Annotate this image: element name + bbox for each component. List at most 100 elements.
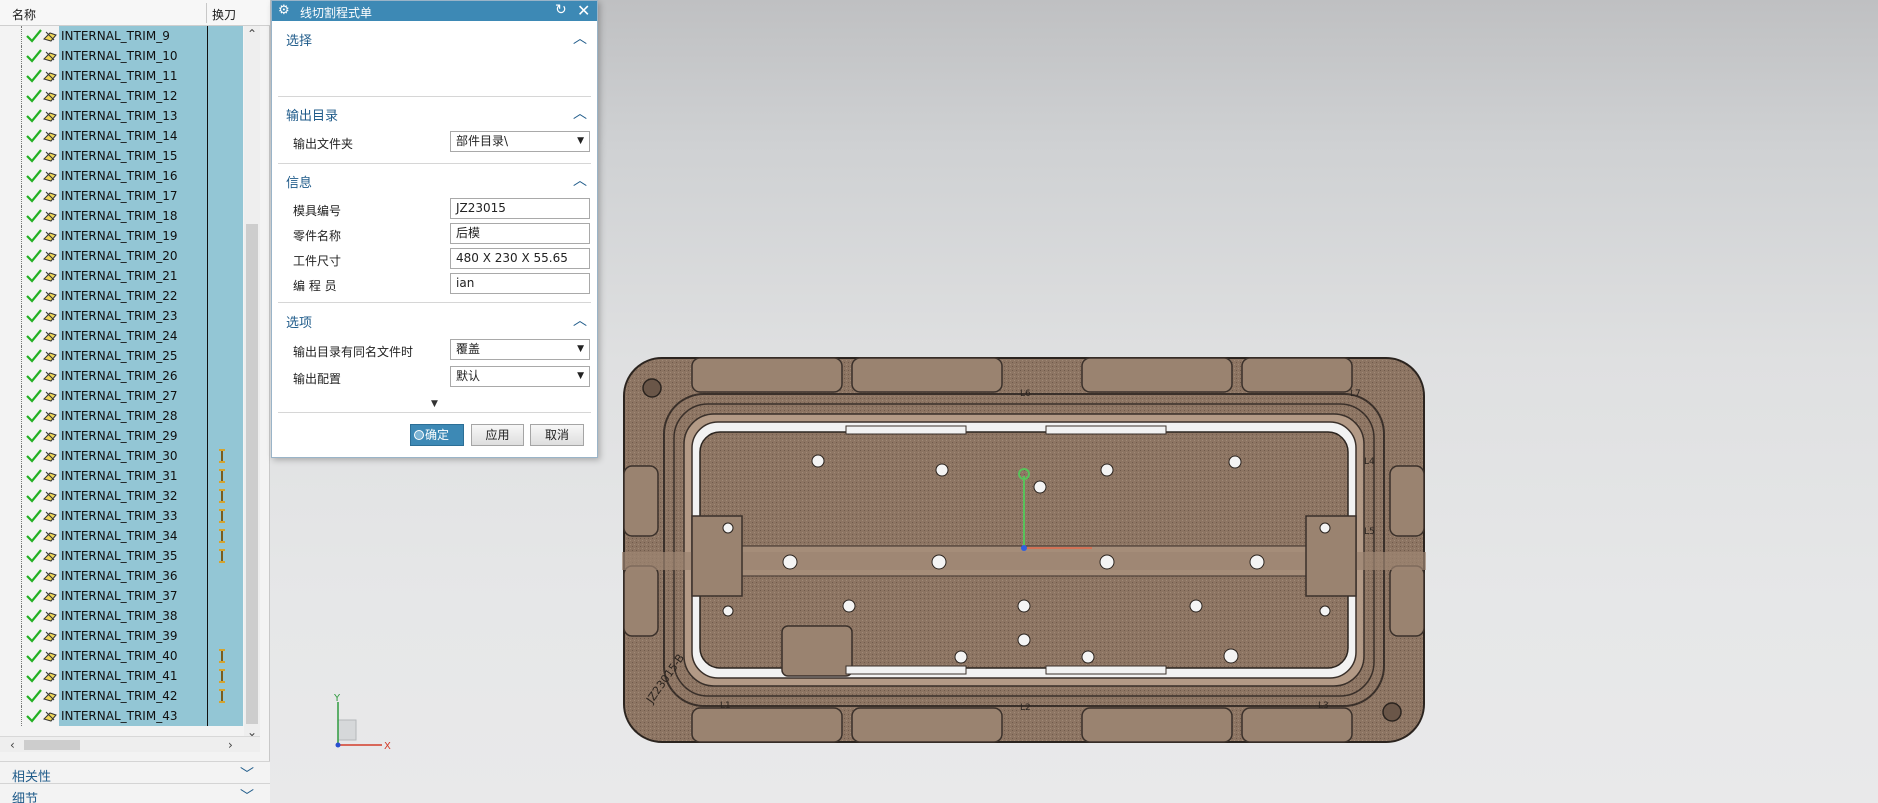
close-icon[interactable]: ✕ <box>577 1 590 20</box>
tree-row[interactable]: INTERNAL_TRIM_28 <box>0 406 244 426</box>
column-header-tool-change[interactable]: 换刀 <box>212 6 236 23</box>
tree-row[interactable]: INTERNAL_TRIM_15 <box>0 146 244 166</box>
cancel-button[interactable]: 取消 <box>530 424 584 446</box>
group-info-label: 信息 <box>286 176 313 191</box>
mold-no-input[interactable]: JZ23015 <box>450 198 590 219</box>
config-select[interactable]: 默认 ▼ <box>450 366 590 387</box>
programmer-input[interactable]: ian <box>450 273 590 294</box>
status-check-icon <box>26 209 42 223</box>
mold-plate-model[interactable]: JZ23015-B L1 L2 L3 L4 L5 L6 L7 <box>622 356 1426 744</box>
tree-row[interactable]: INTERNAL_TRIM_21 <box>0 266 244 286</box>
operation-name: INTERNAL_TRIM_25 <box>59 346 207 366</box>
column-header-name[interactable]: 名称 <box>12 6 36 23</box>
scroll-up-arrow-icon[interactable]: ⌃ <box>244 26 260 42</box>
dropdown-arrow-icon[interactable]: ▼ <box>577 367 584 386</box>
chevron-up-icon[interactable]: ︿ <box>573 28 587 48</box>
group-info-header[interactable]: 信息 ︿ <box>278 169 591 191</box>
tree-row[interactable]: INTERNAL_TRIM_19 <box>0 226 244 246</box>
tree-row[interactable]: INTERNAL_TRIM_43 <box>0 706 244 726</box>
tree-row[interactable]: INTERNAL_TRIM_42 <box>0 686 244 706</box>
wire-cut-operation-icon <box>43 491 57 502</box>
tree-row[interactable]: INTERNAL_TRIM_9 <box>0 26 244 46</box>
expand-more-icon[interactable]: ▼ <box>431 399 438 409</box>
wire-cut-operation-icon <box>43 31 57 42</box>
tool-change-icon <box>219 689 225 703</box>
tree-row[interactable]: INTERNAL_TRIM_37 <box>0 586 244 606</box>
tree-row[interactable]: INTERNAL_TRIM_41 <box>0 666 244 686</box>
status-check-icon <box>26 249 42 263</box>
gear-icon[interactable]: ⚙ <box>278 3 290 18</box>
tree-row[interactable]: INTERNAL_TRIM_35 <box>0 546 244 566</box>
chevron-up-icon[interactable]: ︿ <box>573 310 587 330</box>
output-folder-select[interactable]: 部件目录\ ▼ <box>450 131 590 152</box>
column-separator[interactable] <box>206 3 207 23</box>
section-details[interactable]: 细节 ﹀ <box>0 783 270 803</box>
tree-row[interactable]: INTERNAL_TRIM_38 <box>0 606 244 626</box>
tree-row[interactable]: INTERNAL_TRIM_13 <box>0 106 244 126</box>
wire-cut-operation-icon <box>43 211 57 222</box>
dialog-title-bar[interactable]: ⚙ 线切割程式单 ↻ ✕ <box>272 1 597 21</box>
tree-row[interactable]: INTERNAL_TRIM_24 <box>0 326 244 346</box>
tree-row[interactable]: INTERNAL_TRIM_31 <box>0 466 244 486</box>
scroll-right-arrow-icon[interactable]: › <box>228 737 233 753</box>
tree-guide-line <box>21 306 22 326</box>
chevron-down-icon[interactable]: ﹀ <box>240 764 254 784</box>
tree-row[interactable]: INTERNAL_TRIM_17 <box>0 186 244 206</box>
tree-row[interactable]: INTERNAL_TRIM_29 <box>0 426 244 446</box>
vertical-scroll-thumb[interactable] <box>246 224 258 724</box>
same-name-select[interactable]: 覆盖 ▼ <box>450 339 590 360</box>
tool-change-icon <box>219 489 225 503</box>
tree-row[interactable]: INTERNAL_TRIM_25 <box>0 346 244 366</box>
reset-icon[interactable]: ↻ <box>555 2 567 18</box>
mold-no-label: 模具编号 <box>293 204 342 218</box>
tool-change-cell <box>207 166 243 186</box>
scroll-left-arrow-icon[interactable]: ‹ <box>10 737 15 753</box>
model-label-l4: L4 <box>1364 457 1375 467</box>
tree-row[interactable]: INTERNAL_TRIM_30 <box>0 446 244 466</box>
tree-row[interactable]: INTERNAL_TRIM_36 <box>0 566 244 586</box>
tree-row[interactable]: INTERNAL_TRIM_40 <box>0 646 244 666</box>
group-selection-header[interactable]: 选择 ︿ <box>278 27 591 49</box>
tree-row[interactable]: INTERNAL_TRIM_34 <box>0 526 244 546</box>
section-dependencies[interactable]: 相关性 ﹀ <box>0 761 270 785</box>
tree-row[interactable]: INTERNAL_TRIM_39 <box>0 626 244 646</box>
navigator-horizontal-scrollbar[interactable]: ‹ › <box>0 736 260 752</box>
tree-row[interactable]: INTERNAL_TRIM_32 <box>0 486 244 506</box>
tree-row[interactable]: INTERNAL_TRIM_26 <box>0 366 244 386</box>
tool-change-icon <box>219 529 225 543</box>
tree-row[interactable]: INTERNAL_TRIM_22 <box>0 286 244 306</box>
tree-row[interactable]: INTERNAL_TRIM_23 <box>0 306 244 326</box>
status-check-icon <box>26 489 42 503</box>
tree-row[interactable]: INTERNAL_TRIM_20 <box>0 246 244 266</box>
chevron-up-icon[interactable]: ︿ <box>573 170 587 190</box>
tree-row[interactable]: INTERNAL_TRIM_18 <box>0 206 244 226</box>
dropdown-arrow-icon[interactable]: ▼ <box>577 340 584 359</box>
tree-row[interactable]: INTERNAL_TRIM_16 <box>0 166 244 186</box>
operation-tree[interactable]: INTERNAL_TRIM_9 INTERNAL_TRIM_10 INTERNAL_… <box>0 26 244 740</box>
tree-row[interactable]: INTERNAL_TRIM_11 <box>0 66 244 86</box>
chevron-up-icon[interactable]: ︿ <box>573 103 587 123</box>
group-output-dir-header[interactable]: 输出目录 ︿ <box>278 102 591 124</box>
dropdown-arrow-icon[interactable]: ▼ <box>577 132 584 151</box>
horizontal-scroll-thumb[interactable] <box>24 740 80 750</box>
work-size-input[interactable]: 480 X 230 X 55.65 <box>450 248 590 269</box>
tree-guide-line <box>21 706 22 726</box>
part-name-input[interactable]: 后模 <box>450 223 590 244</box>
tree-row[interactable]: INTERNAL_TRIM_14 <box>0 126 244 146</box>
apply-button[interactable]: 应用 <box>471 424 524 446</box>
tree-row[interactable]: INTERNAL_TRIM_12 <box>0 86 244 106</box>
group-options-header[interactable]: 选项 ︿ <box>278 309 591 331</box>
tree-row[interactable]: INTERNAL_TRIM_10 <box>0 46 244 66</box>
tree-row[interactable]: INTERNAL_TRIM_27 <box>0 386 244 406</box>
config-value: 默认 <box>456 369 481 383</box>
tree-guide-line <box>21 286 22 306</box>
operation-name: INTERNAL_TRIM_16 <box>59 166 207 186</box>
wire-cut-operation-icon <box>43 711 57 722</box>
more-options-toggle[interactable]: ▼ <box>278 399 591 413</box>
ok-button[interactable]: 确定 <box>410 424 464 446</box>
tree-row[interactable]: INTERNAL_TRIM_33 <box>0 506 244 526</box>
tool-change-cell <box>207 606 243 626</box>
chevron-down-icon[interactable]: ﹀ <box>240 786 254 803</box>
navigator-vertical-scrollbar[interactable]: ⌃ ⌄ <box>244 26 260 740</box>
tool-change-cell <box>207 626 243 646</box>
